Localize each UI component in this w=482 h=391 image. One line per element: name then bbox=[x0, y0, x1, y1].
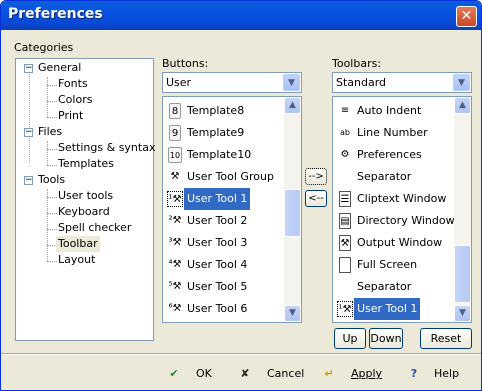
remove-from-toolbar-button[interactable]: <-- bbox=[305, 190, 327, 207]
check-icon: ✔ bbox=[169, 367, 179, 380]
buttons-category-value: User bbox=[166, 76, 192, 89]
categories-label: Categories bbox=[14, 41, 74, 54]
tree-connector bbox=[47, 101, 57, 102]
indent-icon: ≡ bbox=[340, 105, 350, 116]
chevron-down-icon[interactable]: ▼ bbox=[453, 74, 470, 91]
tree-node-spell-checker[interactable]: Spell checker bbox=[58, 220, 131, 236]
tree-node-toolbar[interactable]: Toolbar bbox=[56, 236, 100, 252]
tree-node-layout[interactable]: Layout bbox=[58, 252, 95, 268]
collapse-tools-toggle[interactable]: − bbox=[24, 176, 33, 185]
cancel-button[interactable]: ✘ Cancel bbox=[237, 363, 304, 385]
list-item[interactable]: ¹⚒ User Tool 1 bbox=[165, 188, 283, 210]
toolbars-label: Toolbars: bbox=[332, 57, 382, 70]
buttons-category-select[interactable]: User ▼ bbox=[162, 72, 302, 93]
hammer-icon: ⚒ bbox=[170, 171, 180, 182]
preferences-icon: ⚙ bbox=[340, 149, 350, 160]
tree-node-files[interactable]: Files bbox=[38, 124, 62, 140]
collapse-general-toggle[interactable]: − bbox=[24, 64, 33, 73]
chevron-down-icon[interactable]: ▼ bbox=[283, 74, 300, 91]
tree-connector bbox=[47, 197, 57, 198]
tree-node-templates[interactable]: Templates bbox=[58, 156, 114, 172]
ok-button[interactable]: ✔ OK bbox=[166, 363, 211, 385]
hammer-icon: ²⚒ bbox=[168, 215, 182, 226]
tree-connector bbox=[47, 189, 48, 261]
tree-connector bbox=[47, 117, 57, 118]
collapse-files-toggle[interactable]: − bbox=[24, 128, 33, 137]
directory-icon: ▤ bbox=[339, 213, 351, 229]
move-down-button[interactable]: Down bbox=[369, 328, 403, 349]
tree-connector bbox=[47, 149, 57, 150]
toolbar-value: Standard bbox=[336, 76, 387, 89]
toolbar-list-scrollbar[interactable]: ▲ ▼ bbox=[454, 97, 471, 322]
tree-node-general[interactable]: General bbox=[38, 60, 81, 76]
apply-button[interactable]: ↵ Apply bbox=[321, 363, 382, 385]
toolbar-select[interactable]: Standard ▼ bbox=[332, 72, 472, 93]
tree-node-tools[interactable]: Tools bbox=[38, 172, 65, 188]
scroll-up-icon[interactable]: ▲ bbox=[284, 97, 301, 114]
template-icon: 8 bbox=[169, 103, 181, 119]
move-up-button[interactable]: Up bbox=[334, 328, 366, 349]
scroll-up-icon[interactable]: ▲ bbox=[454, 97, 471, 114]
list-item[interactable]: ¹⚒ User Tool 1 bbox=[335, 298, 453, 320]
hammer-icon: ¹⚒ bbox=[167, 191, 183, 207]
scroll-thumb[interactable] bbox=[284, 189, 301, 237]
close-icon: ✕ bbox=[460, 8, 473, 24]
template-icon: 9 bbox=[169, 125, 181, 141]
template-icon: 10 bbox=[168, 147, 182, 163]
hammer-icon: ¹⚒ bbox=[337, 301, 353, 317]
output-icon: ⚒ bbox=[339, 235, 351, 251]
apply-icon: ↵ bbox=[324, 367, 334, 380]
tree-connector bbox=[47, 141, 48, 165]
reset-button[interactable]: Reset bbox=[420, 328, 472, 349]
hammer-icon: ³⚒ bbox=[168, 237, 182, 248]
help-button[interactable]: ? Help bbox=[406, 363, 459, 385]
tree-connector bbox=[47, 261, 57, 262]
tree-connector bbox=[47, 165, 57, 166]
title-bar: Preferences ✕ bbox=[1, 1, 481, 30]
tree-connector bbox=[29, 67, 30, 163]
hammer-icon: ⁴⚒ bbox=[168, 259, 182, 270]
tree-node-settings-syntax[interactable]: Settings & syntax bbox=[58, 140, 155, 156]
window-title: Preferences bbox=[8, 6, 103, 22]
fullscreen-icon bbox=[339, 257, 351, 273]
hammer-icon: ⁵⚒ bbox=[168, 281, 182, 292]
tree-node-fonts[interactable]: Fonts bbox=[58, 76, 88, 92]
tree-node-keyboard[interactable]: Keyboard bbox=[58, 204, 110, 220]
cancel-icon: ✘ bbox=[240, 367, 250, 380]
close-button[interactable]: ✕ bbox=[456, 6, 477, 27]
help-icon: ? bbox=[410, 367, 418, 380]
tree-node-print[interactable]: Print bbox=[58, 108, 83, 124]
tree-node-colors[interactable]: Colors bbox=[58, 92, 92, 108]
footer-divider bbox=[1, 353, 481, 355]
buttons-label: Buttons: bbox=[162, 57, 209, 70]
hammer-icon: ⁶⚒ bbox=[168, 303, 182, 314]
preferences-dialog: Preferences ✕ Categories − General Fonts… bbox=[0, 0, 482, 391]
categories-tree[interactable]: − General Fonts Colors Print − Files Set… bbox=[15, 58, 155, 341]
line-number-icon: ab bbox=[340, 128, 350, 137]
scroll-thumb[interactable] bbox=[454, 245, 471, 303]
tree-connector bbox=[47, 77, 48, 117]
tree-connector bbox=[47, 213, 57, 214]
tree-node-user-tools[interactable]: User tools bbox=[58, 188, 113, 204]
cliptext-icon: ☰ bbox=[339, 191, 351, 207]
scroll-down-icon[interactable]: ▼ bbox=[454, 305, 471, 322]
toolbar-buttons-list[interactable]: ≡ Auto Indent ab Line Number ⚙ Preferences … bbox=[332, 96, 472, 323]
available-buttons-list[interactable]: 8 Template8 9 Template9 10 Template10 ⚒ User… bbox=[162, 96, 302, 323]
tree-connector bbox=[47, 229, 57, 230]
tree-connector bbox=[47, 85, 57, 86]
buttons-list-scrollbar[interactable]: ▲ ▼ bbox=[284, 97, 301, 322]
add-to-toolbar-button[interactable]: --> bbox=[305, 168, 327, 185]
scroll-down-icon[interactable]: ▼ bbox=[284, 305, 301, 322]
